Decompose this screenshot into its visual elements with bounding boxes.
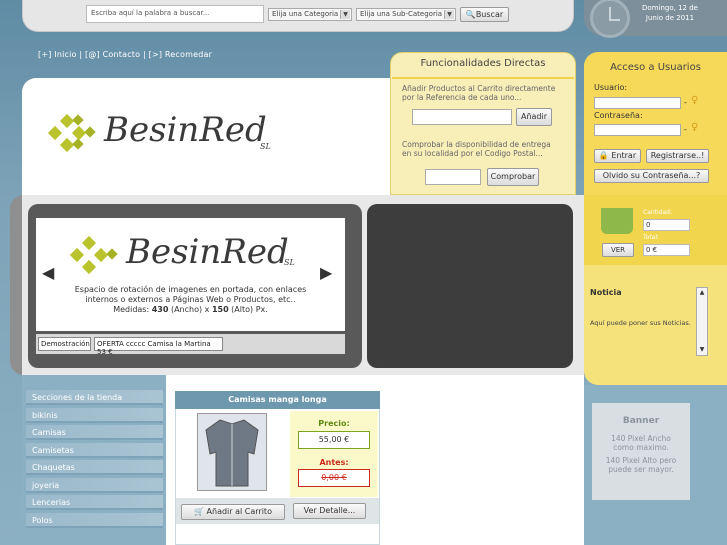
- forgot-password-button[interactable]: Olvido su Contraseña...?: [594, 169, 709, 183]
- before-label: Antes:: [319, 458, 349, 467]
- basket-icon: [601, 208, 633, 234]
- price-value: 55,00 €: [298, 431, 370, 449]
- dash-glyph: -: [684, 98, 687, 107]
- slide-width: 430: [151, 305, 169, 314]
- noticia-text: Aquí puede poner sus Noticias.: [590, 319, 691, 327]
- check-button[interactable]: Comprobar: [487, 168, 539, 186]
- add-button[interactable]: Añadir: [516, 108, 552, 126]
- slide-height: 150: [211, 305, 229, 314]
- search-icon: 🔍: [465, 10, 476, 19]
- banner-title: Banner: [622, 416, 660, 426]
- divider: [392, 77, 574, 79]
- slide-caption: Espacio de rotación de imagenes en porta…: [36, 285, 345, 315]
- slide-caption-3: Medidas: 430 (Ancho) x 150 (Alto) Px.: [36, 305, 345, 315]
- slide-caption-3-suffix: (Alto) Px.: [228, 305, 268, 314]
- chevron-down-icon: ▼: [444, 10, 454, 19]
- shirt-icon: [205, 419, 259, 487]
- slide-logo-text: BesinRed: [126, 232, 289, 272]
- add-to-cart-button[interactable]: 🛒 Añadir al Carrito: [181, 504, 285, 520]
- banner-line-2: como maximo.: [613, 443, 669, 452]
- scroll-up-icon[interactable]: ▲: [698, 289, 706, 297]
- add-product-text-2: por la Referencia de cada uno...: [402, 93, 522, 102]
- scroll-down-icon[interactable]: ▼: [698, 346, 706, 354]
- chevron-down-icon: ▼: [340, 10, 350, 19]
- sidebar-item-bikinis[interactable]: bikinis: [26, 408, 163, 423]
- password-label: Contraseña:: [594, 111, 643, 120]
- price-label: Precio:: [318, 419, 350, 428]
- banner-line-3: 140 Pixel Alto pero: [605, 456, 677, 465]
- lock-icon: 🔒: [598, 151, 609, 160]
- slide-caption-1: Espacio de rotación de imagenes en porta…: [74, 285, 307, 294]
- banner-line-1: 140 Pixel Ancho: [611, 434, 671, 443]
- sidebar-item-camisas[interactable]: Camisas: [26, 425, 163, 440]
- check-text-1: Comprobar la disponibilidad de entrega: [402, 140, 551, 149]
- reference-input[interactable]: [412, 109, 512, 125]
- ver-cart-button[interactable]: VER: [602, 243, 634, 257]
- date-text: Domingo, 12 de Junio de 2011: [637, 3, 703, 23]
- login-title: Acceso a Usuarios: [610, 62, 701, 73]
- sidebar-item-camisetas[interactable]: Camisetas: [26, 443, 163, 458]
- password-input[interactable]: [594, 124, 681, 136]
- arrow-right-icon[interactable]: ▶: [320, 263, 332, 282]
- funcionalidades-title: Funcionalidades Directas: [420, 58, 546, 69]
- add-product-text: Añadir Productos al Carrito directamente…: [402, 84, 555, 102]
- register-button[interactable]: Registrarse..!: [646, 149, 709, 163]
- date-line-2: Junio de 2011: [645, 14, 695, 22]
- user-input[interactable]: [594, 97, 681, 109]
- login-button-label: Entrar: [611, 151, 637, 160]
- logo-suffix: SL: [260, 142, 271, 151]
- arrow-left-icon[interactable]: ◀: [42, 263, 54, 282]
- product-title[interactable]: Camisas manga longa: [175, 391, 380, 409]
- key-icon: ♀: [691, 122, 699, 133]
- sidebar-item-joyeria[interactable]: joyeria: [26, 478, 163, 493]
- cart-icon: 🛒: [194, 507, 204, 516]
- sidebar-heading: Secciones de la tienda: [26, 390, 163, 405]
- category-select[interactable]: Elija una Categoria ▼: [268, 8, 352, 21]
- total-label: Total:: [643, 234, 660, 241]
- detail-button[interactable]: Ver Detalle...: [293, 503, 366, 519]
- slide-logo-suffix: SL: [284, 258, 295, 267]
- slide-caption-3-prefix: Medidas:: [113, 305, 152, 314]
- dark-panel: [367, 204, 573, 368]
- slide-caption-3-mid: (Ancho) x: [168, 305, 212, 314]
- category-select-label: Elija una Categoria: [272, 10, 339, 18]
- logo-text: BesinRed: [104, 110, 267, 150]
- check-text-2: en su localidad por el Codigo Postal...: [402, 149, 543, 158]
- subcategory-select[interactable]: Elija una Sub-Categoria ▼: [356, 8, 456, 21]
- qty-value: 0: [643, 219, 690, 231]
- sidebar-item-chaquetas[interactable]: Chaquetas: [26, 460, 163, 475]
- total-value: 0 €: [643, 244, 690, 256]
- sidebar-item-lencerias[interactable]: Lencerias: [26, 495, 163, 510]
- postal-code-input[interactable]: [425, 169, 481, 185]
- noticia-title: Noticia: [590, 288, 622, 297]
- add-product-text-1: Añadir Productos al Carrito directamente: [402, 84, 556, 93]
- top-links[interactable]: [+] Inicio | [@] Contacto | [>] Recomeda…: [38, 50, 212, 59]
- slide-caption-2: internos o externos a Páginas Web o Prod…: [85, 295, 296, 304]
- key-icon: ♀: [691, 95, 699, 106]
- search-input[interactable]: Escriba aquí la palabra a buscar...: [86, 5, 264, 23]
- date-line-1: Domingo, 12 de: [642, 4, 698, 12]
- user-label: Usuario:: [594, 83, 628, 92]
- noticia-scrollbar[interactable]: ▲ ▼: [696, 287, 708, 356]
- before-price: 0,00 €: [298, 469, 370, 487]
- qty-label: Cantidad:: [643, 209, 673, 216]
- login-button[interactable]: 🔒 Entrar: [594, 149, 641, 163]
- sidebar-item-polos[interactable]: Polos: [26, 513, 163, 528]
- subcategory-select-label: Elija una Sub-Categoria: [360, 10, 443, 18]
- dash-glyph: -: [684, 125, 687, 134]
- logo-diamonds-icon: [70, 236, 118, 275]
- banner[interactable]: Banner 140 Pixel Ancho como maximo. 140 …: [592, 403, 690, 500]
- slider-tab-oferta[interactable]: OFERTA ccccc Camisa la Martina 53 €: [94, 337, 223, 356]
- search-button-label: Buscar: [475, 10, 504, 19]
- search-button[interactable]: 🔍Buscar: [460, 7, 509, 22]
- slider-tab-demo[interactable]: Demostración: [38, 337, 91, 351]
- add-to-cart-label: Añadir al Carrito: [206, 507, 272, 516]
- check-availability-text: Comprobar la disponibilidad de entrega e…: [402, 140, 551, 158]
- banner-line-4: puede ser mayor.: [608, 465, 674, 474]
- product-image[interactable]: [197, 413, 267, 491]
